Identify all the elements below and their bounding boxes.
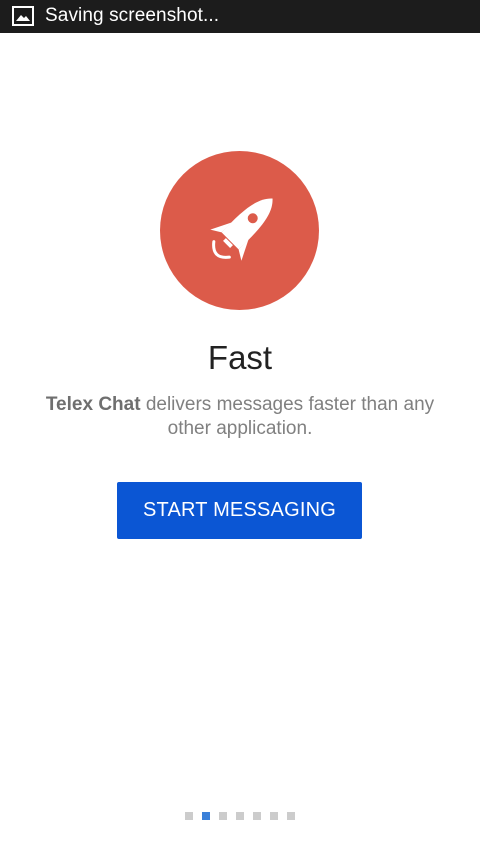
app-name: Telex Chat: [45, 394, 141, 415]
page-dot: [236, 812, 244, 820]
image-icon: [12, 6, 34, 26]
rocket-icon: [210, 198, 273, 261]
status-bar: Saving screenshot...: [0, 0, 480, 33]
page-indicator: [185, 812, 295, 820]
page-dot: [219, 812, 227, 820]
description-text: delivers messages faster than any other …: [140, 394, 435, 439]
page-dot: [270, 812, 278, 820]
description: Telex Chat delivers messages faster than…: [40, 393, 440, 441]
page-dot-active: [202, 812, 210, 820]
status-text: Saving screenshot...: [45, 5, 220, 26]
start-messaging-button[interactable]: START MESSAGING: [117, 482, 362, 539]
page-dot: [287, 812, 295, 820]
hero-circle: [160, 151, 319, 310]
page-title: Fast: [207, 339, 273, 376]
page-dot: [185, 812, 193, 820]
page-dot: [253, 812, 261, 820]
